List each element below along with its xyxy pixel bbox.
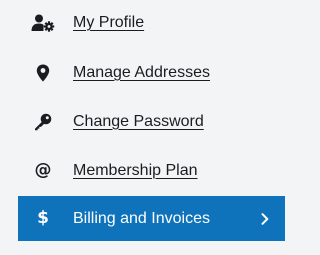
dollar-icon: $ (30, 208, 56, 230)
menu-item-label: Membership Plan (73, 161, 198, 179)
menu-item-label: Billing and Invoices (73, 209, 210, 227)
user-gear-icon (30, 12, 56, 34)
key-icon (30, 111, 56, 133)
dollar-glyph: $ (37, 208, 49, 228)
menu-item-manage-addresses[interactable]: Manage Addresses (18, 50, 285, 95)
menu-item-label: My Profile (73, 13, 145, 31)
menu-item-label: Manage Addresses (73, 63, 210, 81)
account-menu: My Profile Manage Addresses Change Passw… (0, 0, 300, 255)
menu-item-billing-and-invoices[interactable]: $ Billing and Invoices (18, 196, 285, 241)
at-sign-icon: @ (30, 160, 56, 182)
menu-item-membership-plan[interactable]: @ Membership Plan (18, 148, 285, 193)
menu-item-label: Change Password (73, 112, 204, 130)
chevron-right-icon (259, 212, 271, 226)
menu-item-my-profile[interactable]: My Profile (18, 0, 285, 45)
map-marker-icon (30, 62, 56, 84)
at-sign-glyph: @ (34, 160, 52, 180)
menu-item-change-password[interactable]: Change Password (18, 99, 285, 144)
